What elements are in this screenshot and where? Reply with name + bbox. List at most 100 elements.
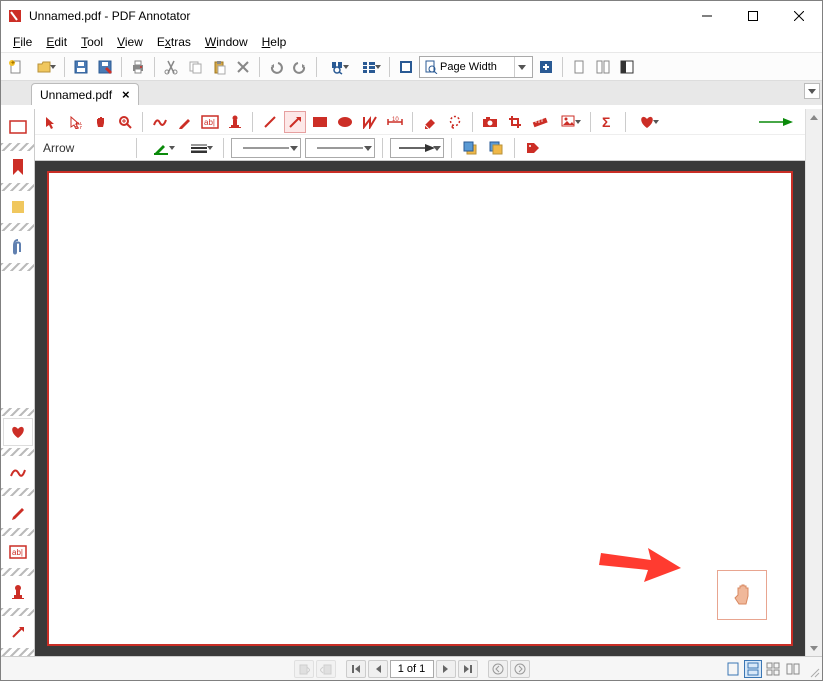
sidebar-divider — [1, 568, 34, 576]
line-width-picker[interactable] — [182, 137, 216, 159]
pencil-tool[interactable] — [174, 111, 196, 133]
next-page-button[interactable] — [436, 660, 456, 678]
favorite-tool[interactable] — [632, 111, 662, 133]
sidebar-bookmark-icon[interactable] — [6, 153, 30, 181]
page-canvas[interactable] — [47, 171, 793, 646]
send-back-button[interactable] — [485, 137, 507, 159]
zoom-tool[interactable] — [114, 111, 136, 133]
view-continuous-icon[interactable] — [744, 660, 762, 678]
page-thumb-next[interactable] — [316, 660, 336, 678]
view-two-page-icon[interactable] — [764, 660, 782, 678]
multi-page-button[interactable] — [592, 56, 614, 78]
print-button[interactable] — [127, 56, 149, 78]
menu-help[interactable]: Help — [256, 33, 293, 51]
last-page-button[interactable] — [458, 660, 478, 678]
line-style-start[interactable] — [231, 138, 301, 158]
textbox-tool[interactable]: ab| — [199, 111, 221, 133]
cut-button[interactable] — [160, 56, 182, 78]
view-single-icon[interactable] — [724, 660, 742, 678]
dimension-tool[interactable]: 10 — [384, 111, 406, 133]
freehand-tool[interactable] — [149, 111, 171, 133]
camera-tool[interactable] — [479, 111, 501, 133]
line-style-dash[interactable] — [305, 138, 375, 158]
nav-back-button[interactable] — [488, 660, 508, 678]
formula-tool[interactable]: Σ — [597, 111, 619, 133]
menu-file[interactable]: File — [7, 33, 38, 51]
select-tool[interactable] — [64, 111, 86, 133]
save-button[interactable] — [70, 56, 92, 78]
search-button[interactable] — [322, 56, 352, 78]
undo-button[interactable] — [265, 56, 287, 78]
save-as-button[interactable] — [94, 56, 116, 78]
scroll-up-button[interactable] — [806, 109, 822, 126]
page-thumb-prev[interactable] — [294, 660, 314, 678]
pointer-tool[interactable] — [39, 111, 61, 133]
ellipse-tool[interactable] — [334, 111, 356, 133]
view-book-icon[interactable] — [784, 660, 802, 678]
sidebar-textbox-icon[interactable]: ab| — [6, 538, 30, 566]
sidebar-arrow-icon[interactable] — [6, 618, 30, 646]
sidebar-divider — [1, 528, 34, 536]
sidebar-divider — [1, 608, 34, 616]
polyline-tool[interactable] — [359, 111, 381, 133]
arrow-style-end[interactable] — [390, 138, 444, 158]
new-button[interactable]: ✦ — [5, 56, 27, 78]
scroll-down-button[interactable] — [806, 639, 822, 656]
nav-forward-button[interactable] — [510, 660, 530, 678]
sidebar-pencil-icon[interactable] — [6, 498, 30, 526]
close-button[interactable] — [776, 1, 822, 31]
menu-tool[interactable]: Tool — [75, 33, 109, 51]
menu-edit[interactable]: Edit — [40, 33, 73, 51]
first-page-button[interactable] — [346, 660, 366, 678]
color-picker[interactable] — [144, 137, 178, 159]
minimize-button[interactable] — [684, 1, 730, 31]
crop-tool[interactable] — [504, 111, 526, 133]
sidebar-attachment-icon[interactable] — [6, 233, 30, 261]
sidebar-freehand-icon[interactable] — [6, 458, 30, 486]
rectangle-tool[interactable] — [309, 111, 331, 133]
paste-button[interactable] — [208, 56, 230, 78]
sidebar-favorite-icon[interactable] — [3, 418, 33, 446]
menu-window[interactable]: Window — [199, 33, 254, 51]
line-tool[interactable] — [259, 111, 281, 133]
sidebar-divider — [1, 488, 34, 496]
document-viewport[interactable] — [35, 161, 805, 656]
zoom-selector[interactable]: Page Width — [419, 56, 533, 78]
sidebar-stamp-icon[interactable] — [6, 578, 30, 606]
tab-close-button[interactable]: × — [122, 87, 130, 102]
eraser-tool[interactable] — [419, 111, 441, 133]
measure-tool[interactable] — [529, 111, 551, 133]
sidebar-note-icon[interactable] — [6, 193, 30, 221]
window-title: Unnamed.pdf - PDF Annotator — [29, 9, 684, 23]
image-tool[interactable] — [554, 111, 584, 133]
page-number-input[interactable] — [390, 660, 434, 678]
delete-button[interactable] — [232, 56, 254, 78]
zoom-dropdown-icon[interactable] — [514, 57, 528, 77]
tab-list-dropdown[interactable] — [804, 83, 820, 99]
maximize-button[interactable] — [730, 1, 776, 31]
prev-page-button[interactable] — [368, 660, 388, 678]
lasso-tool[interactable] — [444, 111, 466, 133]
open-button[interactable] — [29, 56, 59, 78]
hand-tool[interactable] — [89, 111, 111, 133]
stamp-tool[interactable] — [224, 111, 246, 133]
single-page-button[interactable] — [568, 56, 590, 78]
document-tab[interactable]: Unnamed.pdf × — [31, 83, 139, 105]
resize-grip-icon[interactable] — [808, 666, 820, 678]
bring-front-button[interactable] — [459, 137, 481, 159]
copy-button[interactable] — [184, 56, 206, 78]
sidebar-toggle-button[interactable] — [616, 56, 638, 78]
select-page-button[interactable] — [354, 56, 384, 78]
vertical-scrollbar[interactable] — [805, 109, 822, 656]
menu-extras[interactable]: Extras — [151, 33, 197, 51]
sidebar-divider — [1, 143, 34, 151]
tag-button[interactable] — [522, 137, 544, 159]
arrow-tool[interactable] — [284, 111, 306, 133]
zoom-add-button[interactable] — [535, 56, 557, 78]
fullscreen-button[interactable] — [395, 56, 417, 78]
menu-view[interactable]: View — [111, 33, 149, 51]
sidebar-divider — [1, 183, 34, 191]
sidebar-shape-rect[interactable] — [6, 113, 30, 141]
preview-arrow-icon — [759, 116, 793, 128]
redo-button[interactable] — [289, 56, 311, 78]
